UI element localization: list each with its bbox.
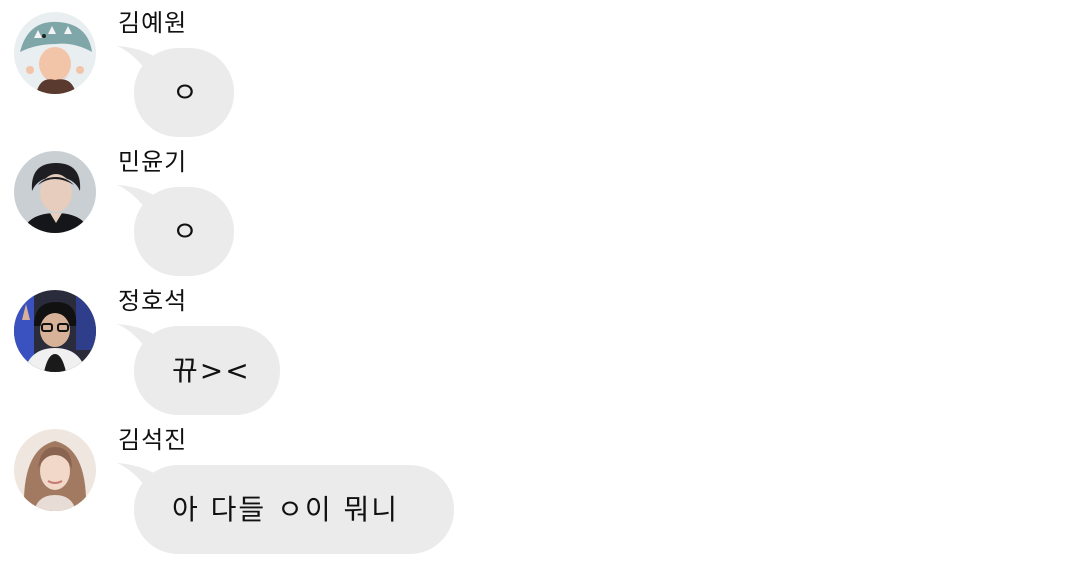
sender-name: 김예원 [118,9,188,37]
sender-name: 정호석 [118,287,188,315]
message-bubble[interactable]: ㅇ [134,187,234,276]
sender-name: 민윤기 [118,148,188,176]
chat-thread: 김예원 ㅇ 민윤기 ㅇ 정호석 뀨>< 김석진 아 다들 ㅇ이 뭐니 [0,0,1080,574]
message-bubble[interactable]: 아 다들 ㅇ이 뭐니 [134,465,454,554]
message-bubble[interactable]: ㅇ [134,48,234,137]
message-bubble[interactable]: 뀨>< [134,326,280,415]
message-row: 정호석 뀨>< [0,278,1080,417]
sender-avatar[interactable] [14,290,96,372]
sender-avatar[interactable] [14,151,96,233]
sender-avatar[interactable] [14,429,96,511]
sender-name: 김석진 [118,426,188,454]
message-row: 김석진 아 다들 ㅇ이 뭐니 [0,417,1080,556]
message-row: 민윤기 ㅇ [0,139,1080,278]
message-row: 김예원 ㅇ [0,0,1080,139]
sender-avatar[interactable] [14,12,96,94]
